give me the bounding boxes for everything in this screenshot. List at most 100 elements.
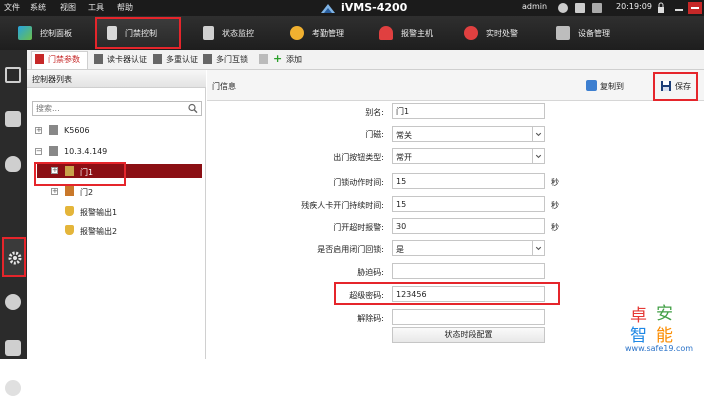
- disabled-card-time-field[interactable]: [392, 196, 545, 212]
- module-label: 设备管理: [578, 28, 610, 38]
- module-control-panel[interactable]: 控制面板: [18, 16, 72, 50]
- controller-list-title: 控制器列表: [32, 75, 72, 84]
- tree-node-ip[interactable]: 10.3.4.149: [64, 147, 107, 156]
- help-icon[interactable]: [5, 380, 21, 396]
- close-icon[interactable]: [688, 2, 702, 14]
- lock-action-time-input[interactable]: [393, 174, 544, 188]
- alias-input[interactable]: [393, 104, 544, 118]
- multi-auth-icon: [153, 54, 162, 64]
- door-param-icon: [35, 54, 44, 64]
- title-bar: 文件 系统 视图 工具 帮助 iVMS-4200 admin 20:19:09: [0, 0, 704, 16]
- duress-code-input[interactable]: [393, 264, 544, 278]
- search-input[interactable]: [33, 102, 183, 115]
- copy-icon[interactable]: [586, 80, 597, 91]
- interlock-icon: [203, 54, 212, 64]
- watermark-char: 能: [656, 326, 673, 346]
- door-info-title: 门信息: [212, 82, 236, 91]
- collapse-toggle[interactable]: −: [35, 148, 42, 155]
- gear-icon: [8, 251, 22, 265]
- tree-node-alarm-output2[interactable]: 报警输出2: [80, 226, 117, 237]
- close-relock-label: 是否启用闭门回锁:: [317, 245, 384, 254]
- exit-button-type-value: 常开: [396, 153, 412, 162]
- save-icon: [661, 81, 671, 91]
- tab-interlock[interactable]: 多门互锁: [216, 54, 248, 65]
- super-password-field[interactable]: [392, 286, 545, 302]
- app-title: iVMS-4200: [341, 1, 408, 14]
- status-time-config-button[interactable]: 状态时段配置: [392, 327, 545, 343]
- disabled-card-time-input[interactable]: [393, 197, 544, 211]
- chevron-down-icon[interactable]: [532, 241, 544, 255]
- tab-add[interactable]: 添加: [286, 54, 302, 65]
- close-relock-value: 是: [396, 245, 404, 254]
- menu-file[interactable]: 文件: [4, 2, 20, 13]
- watermark: 卓 安 智 能 www.safe19.com: [612, 301, 704, 359]
- minimize-icon[interactable]: [672, 2, 686, 14]
- realtime-alarm-icon: [464, 26, 478, 40]
- calendar-icon[interactable]: [592, 3, 602, 13]
- module-alarm-host[interactable]: 报警主机: [379, 16, 433, 50]
- device-icon: [556, 26, 570, 40]
- module-status-monitor[interactable]: 状态监控: [203, 16, 254, 50]
- account-icon[interactable]: [558, 3, 568, 13]
- copy-to-button[interactable]: 复制到: [600, 81, 624, 92]
- expand-toggle[interactable]: +: [35, 127, 42, 134]
- controller-list-panel: 控制器列表 + K5606 − 10.3.4.149 + 门1 + 门2 报警输…: [27, 70, 206, 359]
- expand-toggle[interactable]: +: [51, 188, 58, 195]
- magnet-label: 门磁:: [365, 130, 384, 139]
- module-access-control[interactable]: 门禁控制: [95, 17, 181, 49]
- current-user: admin: [522, 2, 548, 11]
- controller-icon: [49, 125, 58, 135]
- dismiss-code-input[interactable]: [393, 310, 544, 324]
- alarm-output-icon: [65, 206, 74, 216]
- tab-multi-auth[interactable]: 多重认证: [166, 54, 198, 65]
- magnet-select[interactable]: 常关: [392, 126, 545, 142]
- settings-nav[interactable]: [2, 237, 26, 277]
- close-tab-icon[interactable]: [259, 54, 268, 64]
- door-icon: [65, 186, 74, 196]
- search-icon[interactable]: [187, 103, 199, 114]
- chevron-down-icon[interactable]: [532, 149, 544, 163]
- duress-code-field[interactable]: [392, 263, 545, 279]
- menu-tools[interactable]: 工具: [88, 2, 104, 13]
- network-icon[interactable]: [5, 67, 21, 83]
- lock-action-time-field[interactable]: [392, 173, 545, 189]
- menu-help[interactable]: 帮助: [117, 2, 133, 13]
- alias-label: 别名:: [365, 108, 384, 117]
- module-realtime-alarm[interactable]: 实时处警: [464, 16, 518, 50]
- exit-button-type-select[interactable]: 常开: [392, 148, 545, 164]
- open-timeout-alarm-input[interactable]: [393, 219, 544, 233]
- module-label: 控制面板: [40, 28, 72, 38]
- shield-icon[interactable]: [5, 156, 21, 172]
- alias-field[interactable]: [392, 103, 545, 119]
- left-nav-bar: [0, 50, 27, 396]
- seconds-unit: 秒: [551, 178, 559, 187]
- menu-view[interactable]: 视图: [60, 2, 76, 13]
- screen-icon[interactable]: [575, 3, 585, 13]
- menu-system[interactable]: 系统: [30, 2, 46, 13]
- search-box[interactable]: [32, 101, 202, 116]
- tree-node-door2[interactable]: 门2: [80, 187, 93, 198]
- module-attendance[interactable]: 考勤管理: [290, 16, 344, 50]
- report-icon[interactable]: [5, 340, 21, 356]
- tree-node-k5606[interactable]: K5606: [64, 126, 90, 135]
- control-panel-icon: [18, 26, 32, 40]
- device-list-icon[interactable]: [5, 111, 21, 127]
- add-icon[interactable]: +: [273, 52, 282, 65]
- disabled-card-time-label: 残疾人卡开门持续时间:: [301, 201, 384, 210]
- controller-list-header: 控制器列表: [27, 70, 206, 88]
- super-password-input[interactable]: [393, 287, 544, 301]
- chevron-down-icon[interactable]: [532, 127, 544, 141]
- open-timeout-alarm-field[interactable]: [392, 218, 545, 234]
- module-device-management[interactable]: 设备管理: [556, 16, 610, 50]
- close-relock-select[interactable]: 是: [392, 240, 545, 256]
- user-icon[interactable]: [5, 294, 21, 310]
- tree-node-alarm-output1[interactable]: 报警输出1: [80, 207, 117, 218]
- dismiss-code-field[interactable]: [392, 309, 545, 325]
- tab-reader-auth[interactable]: 读卡器认证: [107, 54, 147, 65]
- dismiss-code-label: 解除码:: [357, 314, 384, 323]
- reader-icon: [94, 54, 103, 64]
- tab-door-params[interactable]: 门禁参数: [48, 54, 80, 65]
- lock-icon[interactable]: [654, 2, 668, 14]
- attendance-icon: [290, 26, 304, 40]
- alarm-icon: [379, 26, 393, 40]
